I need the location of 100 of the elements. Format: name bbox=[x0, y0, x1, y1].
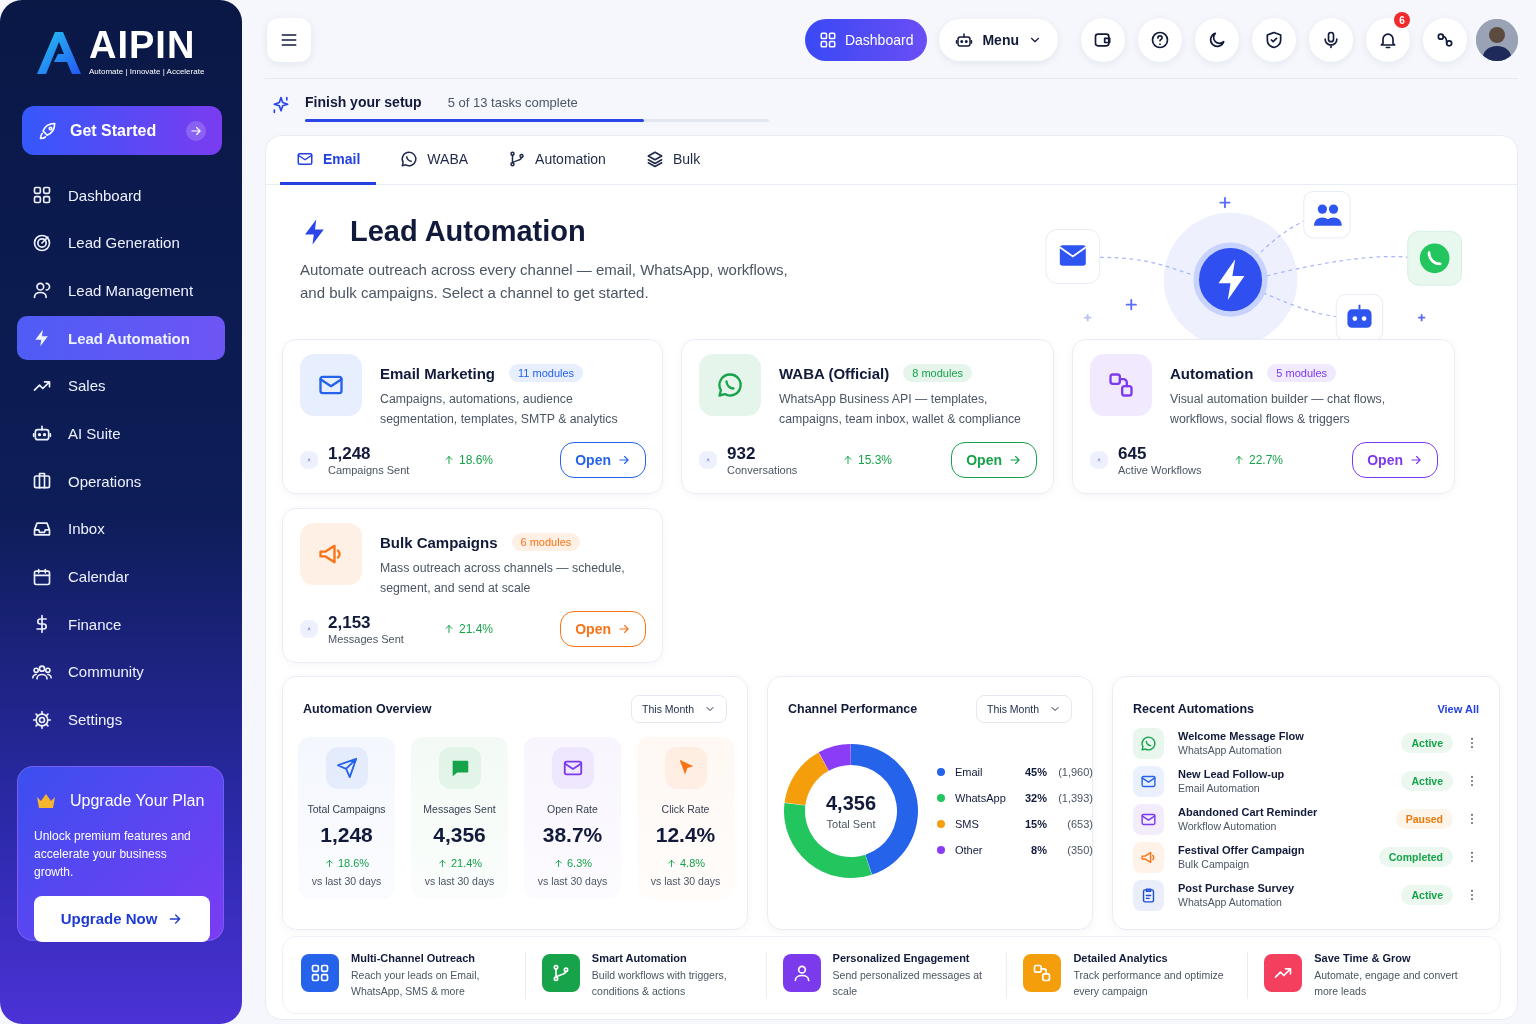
growth-rate: 6.3% bbox=[566, 857, 593, 869]
setup-title: Finish your setup bbox=[305, 94, 422, 110]
automation-name: Festival Offer Campaign bbox=[1178, 844, 1306, 856]
menu-dropdown[interactable]: Menu bbox=[939, 19, 1058, 61]
upgrade-button[interactable]: Upgrade Now bbox=[34, 895, 210, 942]
status-tag: Paused bbox=[1395, 809, 1453, 829]
automation-type: Email Automation bbox=[1178, 782, 1261, 794]
avatar[interactable] bbox=[1476, 19, 1518, 61]
legend-count: (653) bbox=[1066, 818, 1093, 830]
legend-label: SMS bbox=[955, 818, 980, 830]
automation-name: Welcome Message Flow bbox=[1178, 730, 1305, 742]
feature-title: Save Time & Grow bbox=[1314, 951, 1412, 964]
shield-button[interactable] bbox=[1252, 18, 1296, 62]
legend-percent: 32% bbox=[1023, 792, 1047, 804]
stat-value: 2,153 bbox=[328, 613, 372, 633]
stat-value: 1,248 bbox=[320, 823, 373, 847]
open-button[interactable]: Open bbox=[1352, 442, 1438, 478]
status-tag: Active bbox=[1401, 733, 1453, 753]
status-tag: Active bbox=[1401, 885, 1453, 905]
module-count-badge: 6 modules bbox=[511, 533, 581, 551]
arrow-up-icon bbox=[665, 857, 677, 869]
legend-label: Email bbox=[955, 766, 984, 778]
comparison-note: vs last 30 days bbox=[311, 875, 382, 887]
sidebar-item[interactable]: Dashboard bbox=[17, 173, 225, 217]
arrow-up-icon bbox=[1233, 454, 1245, 466]
comparison-note: vs last 30 days bbox=[650, 875, 721, 887]
tab[interactable]: Bulk bbox=[629, 136, 717, 185]
growth-rate: 18.6% bbox=[337, 857, 370, 869]
tab[interactable]: Automation bbox=[492, 136, 622, 185]
module-count-badge: 5 modules bbox=[1267, 364, 1337, 382]
view-all-link[interactable]: View All bbox=[1437, 703, 1479, 715]
comparison-note: vs last 30 days bbox=[424, 875, 495, 887]
link-icon bbox=[1435, 30, 1455, 50]
clipboard-icon bbox=[1133, 879, 1164, 911]
period-dropdown[interactable]: This Month bbox=[976, 695, 1072, 723]
robot-icon bbox=[955, 31, 974, 49]
sidebar-item[interactable]: Operations bbox=[17, 459, 225, 504]
help-icon bbox=[1150, 30, 1170, 50]
envelope-icon bbox=[300, 354, 362, 416]
sidebar-item[interactable]: Lead Management bbox=[17, 268, 225, 313]
page-title: Lead Automation bbox=[350, 215, 586, 248]
wallet-button[interactable] bbox=[1081, 18, 1125, 62]
tab[interactable]: Email bbox=[280, 136, 377, 185]
tab[interactable]: WABA bbox=[384, 136, 485, 185]
sidebar-item[interactable]: Calendar bbox=[17, 554, 225, 599]
menu-button[interactable] bbox=[267, 18, 311, 62]
growth-rate: 21.4% bbox=[450, 857, 483, 869]
page-description: Automate outreach across every channel — email, WhatsApp, workflows, and bulk campaigns. Select a channel to get started. bbox=[300, 260, 789, 303]
legend-label: Other bbox=[955, 844, 984, 856]
sidebar-item[interactable]: Settings bbox=[17, 697, 225, 742]
chat-bubble-icon bbox=[699, 354, 761, 416]
sidebar-item[interactable]: Community bbox=[17, 649, 225, 694]
notification-badge: 6 bbox=[1394, 12, 1410, 28]
logo-icon bbox=[37, 30, 81, 76]
arrow-up-icon bbox=[443, 454, 455, 466]
feature-description: Send personalized messages at scale bbox=[832, 967, 984, 999]
automation-type: WhatsApp Automation bbox=[1178, 896, 1283, 908]
automation-name: New Lead Follow-up bbox=[1178, 768, 1286, 780]
stat-label: Messages Sent bbox=[423, 803, 496, 815]
card-title: Automation bbox=[1170, 364, 1254, 382]
feature-description: Build workflows with triggers, conditions & actions bbox=[591, 967, 728, 999]
growth-rate: 22.7% bbox=[1249, 453, 1284, 467]
dashboard-button[interactable]: Dashboard bbox=[804, 19, 928, 61]
moon-button[interactable] bbox=[1195, 18, 1239, 62]
setup-progress-text: 5 of 13 tasks complete bbox=[447, 95, 578, 110]
microphone-button[interactable] bbox=[1309, 18, 1353, 62]
robot-icon bbox=[32, 423, 52, 444]
sidebar-item[interactable]: Sales bbox=[17, 363, 225, 408]
period-dropdown[interactable]: This Month bbox=[631, 695, 727, 723]
automation-type: Workflow Automation bbox=[1178, 820, 1278, 832]
target-icon bbox=[32, 232, 52, 253]
sidebar-item[interactable]: Finance bbox=[17, 602, 225, 647]
sidebar-item[interactable]: Lead Generation bbox=[17, 220, 225, 265]
arrow-up-icon bbox=[443, 623, 455, 635]
growth-rate: 15.3% bbox=[858, 453, 893, 467]
legend-label: WhatsApp bbox=[955, 792, 1007, 804]
legend-percent: 8% bbox=[1030, 844, 1047, 856]
bell-button[interactable] bbox=[1366, 18, 1410, 62]
help-button[interactable] bbox=[1138, 18, 1182, 62]
status-tag: Active bbox=[1401, 771, 1453, 791]
open-button[interactable]: Open bbox=[560, 442, 646, 478]
total-label: Total Sent bbox=[826, 818, 876, 830]
users-icon bbox=[32, 280, 52, 301]
envelope-icon bbox=[1133, 765, 1164, 797]
wallet-icon bbox=[1093, 30, 1113, 50]
module-count-badge: 8 modules bbox=[903, 364, 973, 382]
sidebar-item[interactable]: Lead Automation bbox=[17, 316, 225, 361]
link-button[interactable] bbox=[1423, 18, 1467, 62]
get-started-button[interactable]: Get Started bbox=[22, 106, 222, 155]
brand-name: AIPIN bbox=[89, 27, 197, 63]
sidebar-item[interactable]: Inbox bbox=[17, 506, 225, 551]
briefcase-icon bbox=[32, 471, 52, 492]
upgrade-title: Upgrade Your Plan bbox=[70, 791, 205, 810]
megaphone-icon bbox=[1133, 841, 1164, 873]
stat-label: Campaigns Sent bbox=[328, 464, 411, 476]
legend-count: (1,393) bbox=[1057, 792, 1093, 804]
stat-value: 1,248 bbox=[328, 444, 372, 464]
sidebar-item[interactable]: AI Suite bbox=[17, 411, 225, 456]
feature-description: Automate, engage and convert more leads bbox=[1314, 967, 1459, 999]
settings-icon bbox=[32, 709, 52, 730]
